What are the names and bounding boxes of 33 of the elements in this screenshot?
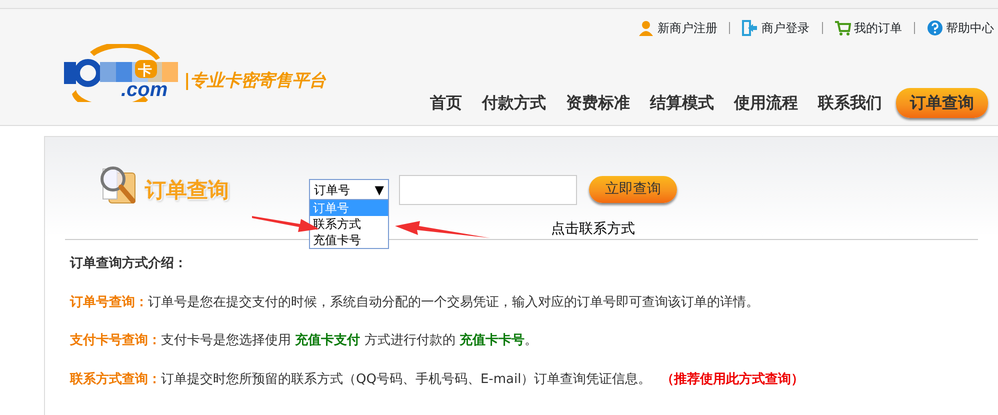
method-description: 订单提交时您所预留的联系方式（QQ号码、手机号码、E-mail）订单查询凭证信息。 [161, 372, 652, 386]
annotation-text: 点击联系方式 [551, 220, 635, 239]
method-description: 支付卡号是您选择使用 充值卡支付 方式进行付款的 充值卡卡号。 [161, 333, 538, 348]
dropdown-option[interactable]: 联系方式 [310, 216, 388, 232]
user-icon [638, 20, 654, 36]
logo-text: .com [121, 79, 168, 101]
page-title: 订单查询 [145, 177, 229, 204]
nav-link-item[interactable]: 付款方式 [472, 87, 556, 119]
method-label: 订单号查询： [70, 294, 148, 310]
method-description: 订单号是您在提交支付的时候，系统自动分配的一个交易凭证，输入对应的订单号即可查询该订单的详情。 [148, 294, 759, 310]
nav-link-item[interactable]: 使用流程 [724, 87, 808, 119]
logo-slogan: |专业卡密寄售平台 [184, 70, 326, 92]
header-link[interactable]: 商户登录 [762, 19, 810, 37]
query-type-select[interactable]: 订单号 ▼ [309, 179, 389, 200]
method-label: 联系方式查询： [70, 372, 161, 386]
header-link[interactable]: 我的订单 [854, 19, 902, 37]
method-label: 支付卡号查询： [70, 333, 161, 348]
nav-link-item[interactable]: 联系我们 [808, 87, 892, 119]
help-icon [926, 20, 943, 36]
header-link[interactable]: 帮助中心 [946, 19, 994, 37]
search-button[interactable]: 立即查询 [589, 176, 677, 203]
nav-link-item[interactable]: 资费标准 [556, 87, 640, 119]
nav-link-item[interactable]: 首页 [420, 87, 472, 119]
cart-icon [834, 20, 850, 36]
query-input-field[interactable] [399, 175, 577, 205]
nav-link-item[interactable]: 结算模式 [640, 87, 724, 119]
section-heading: 订单查询方式介绍： [70, 254, 188, 273]
login-icon [742, 20, 758, 36]
nav-link-item[interactable]: 订单查询 [896, 88, 988, 118]
dropdown-option[interactable]: 充值卡号 [310, 232, 388, 248]
recommendation-text: （推荐使用此方式查询） [661, 372, 804, 386]
header-link[interactable]: 新商户注册 [657, 19, 718, 37]
logo-badge: 卡 [135, 60, 157, 79]
